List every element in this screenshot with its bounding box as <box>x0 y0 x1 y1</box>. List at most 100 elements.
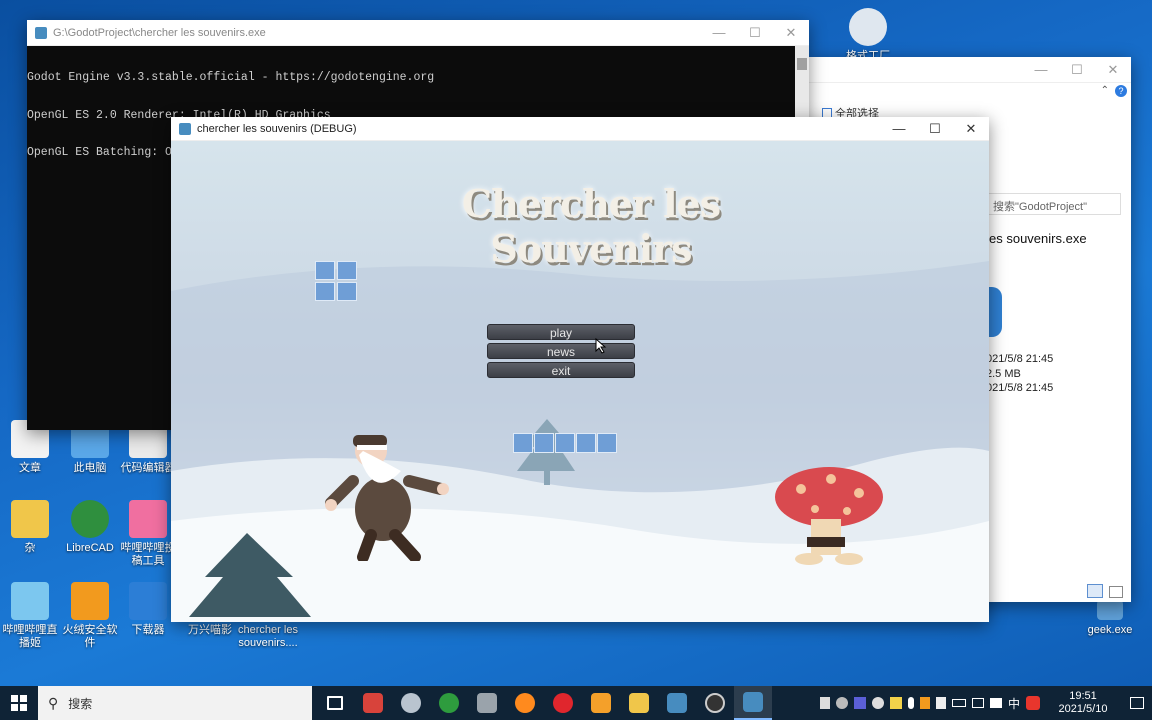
details-view-icon[interactable] <box>1087 584 1103 598</box>
game-viewport[interactable]: Chercher les Souvenirs play news exit <box>171 141 989 622</box>
maximize-icon[interactable]: ☐ <box>1059 57 1095 83</box>
tray-icon[interactable] <box>871 697 884 709</box>
godot-icon <box>179 122 191 135</box>
taskbar-app-obs[interactable] <box>696 686 734 720</box>
explorer-titlebar: — ☐ ✕ <box>808 57 1131 83</box>
scrollbar-thumb[interactable] <box>797 58 807 70</box>
game-titlebar: chercher les souvenirs (DEBUG) — ☐ ✕ <box>171 117 989 141</box>
game-title-logo: Chercher les Souvenirs <box>461 181 721 271</box>
explorer-search-box[interactable]: 搜索"GodotProject" <box>988 193 1121 215</box>
folder-icon <box>11 500 49 538</box>
taskbar: ⚲ 搜索 中 19:51 2021/5/10 <box>0 686 1152 720</box>
taskbar-app-file-explorer[interactable] <box>620 686 658 720</box>
desktop-icon-wondershare[interactable]: 万兴喵影 <box>178 624 242 637</box>
mushroom-character <box>775 467 883 565</box>
close-icon[interactable]: ✕ <box>953 116 989 142</box>
desktop-icon-chercher[interactable]: chercher les souvenirs.... <box>236 624 300 650</box>
volume-icon[interactable] <box>989 698 1002 708</box>
chevron-up-icon[interactable]: ⌃ <box>1101 85 1109 96</box>
bilibili-live-icon <box>11 582 49 620</box>
desktop-icon-label: chercher les souvenirs.... <box>238 624 298 649</box>
desktop-icon-label: 杂 <box>24 542 36 554</box>
taskbar-app-opera[interactable] <box>544 686 582 720</box>
desktop-icon-huorong[interactable]: 火绒安全软件 <box>58 582 122 650</box>
tiles-view-icon[interactable] <box>1109 586 1123 598</box>
download-icon <box>129 582 167 620</box>
tray-icon[interactable] <box>835 697 848 709</box>
microphone-icon[interactable] <box>907 697 914 709</box>
desktop-icon-geek[interactable]: geek.exe <box>1078 600 1142 637</box>
explorer-detail-size: 2.5 MB <box>986 368 1021 380</box>
taskbar-app-calculator[interactable] <box>468 686 506 720</box>
shield-icon <box>71 582 109 620</box>
close-icon[interactable]: ✕ <box>773 20 809 46</box>
search-icon: ⚲ <box>48 694 59 711</box>
ime-indicator[interactable]: 中 <box>1008 695 1020 712</box>
battery-icon[interactable] <box>951 699 966 707</box>
godot-icon <box>35 26 47 39</box>
desktop-icon-label: 此电脑 <box>73 462 107 474</box>
taskbar-app-xmind[interactable] <box>354 686 392 720</box>
old-man-character <box>325 435 449 561</box>
clock-time: 19:51 <box>1069 690 1097 702</box>
ice-block-platform <box>513 433 617 453</box>
sogou-icon[interactable] <box>1026 696 1040 710</box>
format-factory-icon <box>849 8 887 46</box>
tray-icon[interactable] <box>853 697 866 709</box>
taskbar-app-firefox[interactable] <box>506 686 544 720</box>
desktop-icon-label: 火绒安全软件 <box>62 624 118 649</box>
ice-block-platform <box>315 261 357 301</box>
game-window: chercher les souvenirs (DEBUG) — ☐ ✕ Che… <box>171 117 989 622</box>
desktop-icon-label: 代码编辑器 <box>120 462 176 474</box>
close-icon[interactable]: ✕ <box>1095 57 1131 83</box>
notification-icon[interactable] <box>1130 697 1144 709</box>
taskbar-search-label: 搜索 <box>68 696 93 711</box>
game-window-title: chercher les souvenirs (DEBUG) <box>197 122 357 135</box>
desktop-icon-bilibili-live[interactable]: 哔哩哔哩直播姬 <box>0 582 62 650</box>
exit-button[interactable]: exit <box>487 362 635 378</box>
minimize-icon[interactable]: — <box>701 20 737 46</box>
network-icon[interactable] <box>971 698 984 708</box>
taskbar-app-godot[interactable] <box>658 686 696 720</box>
desktop-icon-label: 文章 <box>19 462 41 474</box>
taskbar-app-snipaste[interactable] <box>392 686 430 720</box>
tray-icon[interactable] <box>889 697 902 709</box>
start-button[interactable] <box>0 686 38 720</box>
console-title: G:\GodotProject\chercher les souvenirs.e… <box>53 26 266 39</box>
news-button[interactable]: news <box>487 343 635 359</box>
taskbar-app-xbox[interactable] <box>430 686 468 720</box>
system-tray: 中 19:51 2021/5/10 <box>819 690 1152 716</box>
explorer-file-name: es souvenirs.exe <box>989 231 1087 246</box>
desktop-icon-label: 万兴喵影 <box>188 624 232 636</box>
desktop-icon-label: 下载器 <box>131 624 165 636</box>
explorer-detail-created: 021/5/8 21:45 <box>986 382 1054 394</box>
console-line: Godot Engine v3.3.stable.official - http… <box>27 71 435 84</box>
desktop-icon-label: 哔哩哔哩直播姬 <box>2 624 58 649</box>
tray-icon[interactable] <box>919 697 930 709</box>
clock-date: 2021/5/10 <box>1058 703 1108 715</box>
desktop-icon-label: geek.exe <box>1087 624 1133 636</box>
explorer-detail-modified: 021/5/8 21:45 <box>986 353 1054 365</box>
desktop-icon-librecad[interactable]: LibreCAD <box>58 500 122 555</box>
help-icon[interactable]: ? <box>1115 85 1127 97</box>
taskbar-search-box[interactable]: ⚲ 搜索 <box>38 686 312 720</box>
desktop-icon-label: 哔哩哔哩投稿工具 <box>120 542 176 567</box>
minimize-icon[interactable]: — <box>881 116 917 142</box>
desktop-icon-za[interactable]: 杂 <box>0 500 62 555</box>
taskbar-app-fl-studio[interactable] <box>582 686 620 720</box>
maximize-icon[interactable]: ☐ <box>737 20 773 46</box>
task-view-button[interactable] <box>316 686 354 720</box>
desktop-icon-format-factory[interactable]: 格式工厂 <box>836 8 900 63</box>
geek-icon <box>1097 600 1123 620</box>
clock[interactable]: 19:51 2021/5/10 <box>1050 690 1116 716</box>
taskbar-app-godot-game[interactable] <box>734 686 772 720</box>
tray-icon[interactable] <box>819 697 830 709</box>
bilibili-icon <box>129 500 167 538</box>
minimize-icon[interactable]: — <box>1023 57 1059 83</box>
desktop-icon-label: LibreCAD <box>66 542 114 554</box>
librecad-icon <box>71 500 109 538</box>
play-button[interactable]: play <box>487 324 635 340</box>
maximize-icon[interactable]: ☐ <box>917 116 953 142</box>
windows-icon <box>11 695 27 711</box>
shield-icon[interactable] <box>935 697 946 709</box>
